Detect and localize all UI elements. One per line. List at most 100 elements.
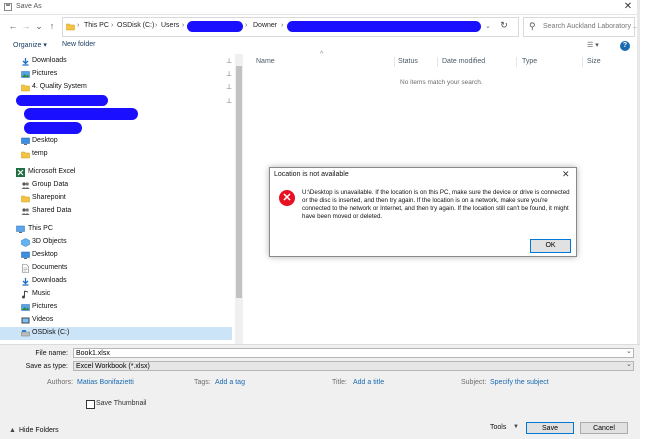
save-thumbnail-label: Save Thumbnail (96, 400, 147, 407)
save-as-type-dropdown[interactable]: ⌄ (626, 360, 632, 368)
sidebar-item-osdisk[interactable]: OSDisk (C:) (0, 327, 232, 340)
hide-folders-chevron-icon[interactable]: ▲ (9, 427, 16, 434)
sidebar-item-music[interactable]: Music (0, 288, 232, 301)
column-divider[interactable] (516, 57, 517, 67)
folder-icon (21, 195, 30, 203)
tools-dropdown-icon[interactable]: ▼ (513, 424, 519, 430)
pictures-icon (21, 304, 30, 311)
sidebar-item-label: Desktop (32, 137, 58, 144)
window-close-button[interactable]: ✕ (618, 1, 638, 13)
breadcrumb-this-pc[interactable]: This PC (84, 22, 109, 29)
redacted-item (16, 95, 108, 106)
sidebar-item-microsoft-excel[interactable]: Microsoft Excel (0, 166, 232, 179)
sidebar-item-label: 3D Objects (32, 238, 67, 245)
sidebar-item-label: Microsoft Excel (28, 168, 76, 175)
group-icon (21, 208, 30, 215)
up-button[interactable]: ↑ (46, 19, 58, 33)
pictures-icon (21, 71, 30, 78)
computer-icon (16, 225, 25, 233)
column-divider[interactable] (394, 57, 395, 67)
save-button[interactable]: Save (526, 422, 574, 434)
dialog-close-button[interactable]: ✕ (562, 169, 570, 180)
folder-icon (66, 23, 75, 31)
breadcrumb-separator: › (155, 22, 158, 29)
ok-button[interactable]: OK (530, 239, 571, 253)
sidebar-item-pictures[interactable]: Pictures (0, 301, 232, 314)
breadcrumb-users[interactable]: Users (161, 22, 179, 29)
sidebar-item-group-data[interactable]: Group Data (0, 179, 232, 192)
redacted-item (24, 108, 138, 120)
file-name-dropdown[interactable]: ⌄ (626, 347, 632, 355)
sidebar-item-label: Pictures (32, 303, 58, 310)
sidebar-item-downloads[interactable]: Downloads ⊥ (0, 55, 232, 68)
sidebar-item-downloads[interactable]: Downloads (0, 275, 232, 288)
column-status[interactable]: Status (398, 58, 418, 65)
file-list-header: ^ Name Status Date modified Type Size (244, 51, 640, 68)
breadcrumb-osdisk[interactable]: OSDisk (C:) (117, 22, 154, 29)
address-bar[interactable]: › This PC › OSDisk (C:) › Users › › Down… (62, 17, 519, 37)
sidebar-item-label: Music (32, 290, 51, 297)
sidebar-item-desktop[interactable]: Desktop (0, 135, 232, 148)
sidebar-item-label: Downloads (32, 57, 67, 64)
authors-label: Authors: (47, 379, 74, 386)
sidebar-item-videos[interactable]: Videos (0, 314, 232, 327)
save-thumbnail-checkbox[interactable] (86, 400, 95, 409)
tags-field[interactable]: Add a tag (215, 379, 245, 386)
navigation-pane: Downloads ⊥ Pictures ⊥ 4. Quality System… (0, 54, 244, 344)
column-divider[interactable] (437, 57, 438, 67)
redacted-username (187, 21, 243, 32)
sidebar-item-desktop[interactable]: Desktop (0, 249, 232, 262)
empty-state-text: No items match your search. (400, 79, 483, 86)
search-placeholder: Search Auckland Laboratory ... (543, 23, 639, 30)
address-dropdown[interactable]: ⌄ (485, 22, 491, 30)
recent-locations-button[interactable]: ⌄ (33, 19, 45, 33)
column-name[interactable]: Name (256, 58, 275, 65)
new-folder-button[interactable]: New folder (62, 41, 95, 48)
sidebar-item-temp[interactable]: temp (0, 148, 232, 161)
title-field[interactable]: Add a title (353, 379, 384, 386)
view-options-button[interactable]: ☰ ▾ (587, 41, 599, 49)
column-divider[interactable] (582, 57, 583, 67)
sidebar-item-label: 4. Quality System (32, 83, 87, 90)
download-icon (22, 278, 29, 286)
forward-button[interactable]: → (20, 19, 32, 33)
sidebar-item-sharepoint[interactable]: Sharepoint (0, 192, 232, 205)
hide-folders-button[interactable]: Hide Folders (19, 427, 59, 434)
cancel-button[interactable]: Cancel (580, 422, 628, 434)
back-button[interactable]: ← (7, 19, 19, 33)
breadcrumb-separator: › (245, 22, 248, 29)
sidebar-item-label: Sharepoint (32, 194, 66, 201)
sidebar-item-3d-objects[interactable]: 3D Objects (0, 236, 232, 249)
documents-icon (22, 264, 29, 273)
pin-icon[interactable]: ⊥ (226, 70, 232, 78)
file-name-label: File name: (35, 350, 68, 357)
subject-field[interactable]: Specify the subject (490, 379, 549, 386)
column-size[interactable]: Size (587, 58, 601, 65)
authors-field[interactable]: Matias Bonifazietti (77, 379, 134, 386)
sidebar-item-pictures[interactable]: Pictures ⊥ (0, 68, 232, 81)
file-name-value: Book1.xlsx (76, 350, 110, 357)
breadcrumb-downer[interactable]: Downer (253, 22, 277, 29)
pin-icon[interactable]: ⊥ (226, 97, 232, 105)
save-as-type-select[interactable]: Excel Workbook (*.xlsx) (73, 361, 634, 371)
group-icon (21, 182, 30, 189)
sidebar-item-this-pc[interactable]: This PC (0, 223, 232, 236)
sidebar-item-label: Shared Data (32, 207, 72, 214)
sidebar-item-label: Desktop (32, 251, 58, 258)
column-date-modified[interactable]: Date modified (442, 58, 485, 65)
tools-button[interactable]: Tools (490, 424, 506, 431)
search-input[interactable]: ⚲ Search Auckland Laboratory ... (523, 17, 639, 37)
column-type[interactable]: Type (522, 58, 537, 65)
refresh-button[interactable]: ↻ (497, 18, 511, 32)
sidebar-item-quality-system[interactable]: 4. Quality System ⊥ (0, 81, 232, 94)
help-button[interactable]: ? (620, 41, 630, 51)
pin-icon[interactable]: ⊥ (226, 57, 232, 65)
sidebar-item-shared-data[interactable]: Shared Data (0, 205, 232, 218)
pin-icon[interactable]: ⊥ (226, 83, 232, 91)
sidebar-item-documents[interactable]: Documents (0, 262, 232, 275)
file-name-input[interactable]: Book1.xlsx (73, 348, 634, 358)
scrollbar-thumb[interactable] (236, 66, 242, 298)
navigation-pane-scrollbar[interactable] (235, 54, 243, 344)
breadcrumb-separator: › (182, 22, 185, 29)
organize-button[interactable]: Organize ▾ (13, 41, 47, 49)
